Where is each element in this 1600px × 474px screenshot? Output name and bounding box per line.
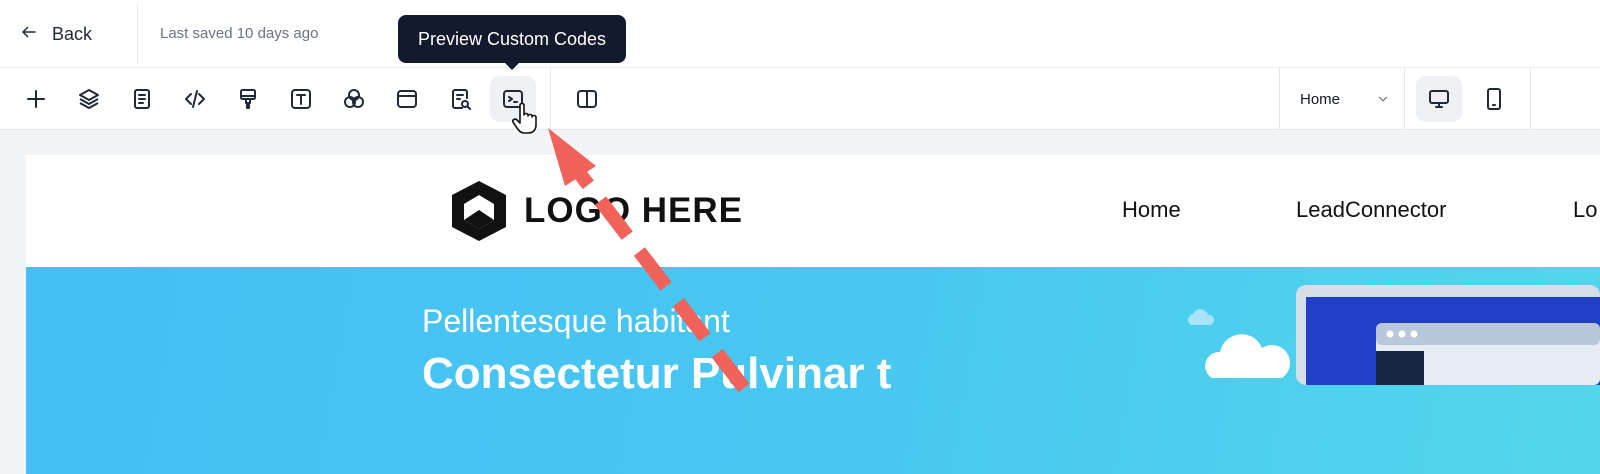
add-element-button[interactable]	[13, 76, 59, 122]
hero-subtitle: Pellentesque habitant	[422, 303, 730, 339]
site-header: LOGO HERE Home LeadConnector Lo	[26, 155, 1600, 267]
cloud-icon	[1205, 334, 1291, 378]
back-button[interactable]: Back	[20, 20, 92, 48]
typography-button[interactable]	[278, 76, 324, 122]
custom-code-button[interactable]	[172, 76, 218, 122]
pages-button[interactable]	[119, 76, 165, 122]
text-icon	[291, 89, 311, 109]
layout-icon	[397, 90, 417, 108]
desktop-icon	[1429, 90, 1449, 108]
back-label: Back	[52, 23, 93, 44]
seo-button[interactable]	[437, 76, 483, 122]
top-bar: Back Last saved 10 days ago	[0, 0, 1600, 68]
sections-button[interactable]	[384, 76, 430, 122]
site-logo[interactable]: LOGO HERE	[446, 177, 743, 245]
site-nav-item[interactable]: Lo	[1573, 197, 1597, 223]
plus-icon	[27, 90, 45, 108]
logo-text: LOGO HERE	[524, 191, 744, 230]
arrow-left-icon	[20, 23, 38, 46]
split-view-button[interactable]	[564, 76, 610, 122]
site-preview: LOGO HERE Home LeadConnector Lo Pellente…	[26, 155, 1600, 474]
page-icon	[134, 89, 150, 109]
tooltip: Preview Custom Codes	[398, 15, 626, 70]
chevron-down-icon	[1378, 96, 1388, 102]
paint-brush-icon	[240, 89, 256, 109]
editor-toolbar: Home	[0, 68, 1600, 130]
desktop-view-button[interactable]	[1416, 76, 1462, 122]
mobile-view-button[interactable]	[1471, 76, 1517, 122]
computer-illustration	[1296, 285, 1600, 385]
seo-search-icon	[452, 89, 471, 110]
divider	[1404, 68, 1405, 129]
mobile-icon	[1487, 88, 1501, 110]
divider	[1530, 68, 1531, 129]
split-view-icon	[577, 90, 597, 108]
divider	[550, 68, 551, 129]
editor-canvas[interactable]: LOGO HERE Home LeadConnector Lo Pellente…	[0, 130, 1600, 474]
page-selector-value: Home	[1300, 90, 1341, 108]
site-nav-home[interactable]: Home	[1122, 197, 1181, 223]
color-circles-icon	[344, 89, 364, 108]
hexagon-logo-icon	[452, 181, 506, 241]
hero-title: Consectetur Pulvinar t	[422, 349, 892, 398]
last-saved-text: Last saved 10 days ago	[160, 25, 319, 42]
divider	[1279, 68, 1280, 129]
terminal-icon	[503, 90, 523, 108]
site-nav-leadconnector[interactable]: LeadConnector	[1296, 197, 1446, 223]
divider	[137, 4, 138, 64]
colors-button[interactable]	[331, 76, 377, 122]
layers-button[interactable]	[66, 76, 112, 122]
layers-icon	[79, 89, 99, 109]
code-icon	[185, 90, 205, 108]
preview-custom-codes-button[interactable]	[490, 76, 536, 122]
styles-button[interactable]	[225, 76, 271, 122]
page-selector[interactable]: Home	[1300, 86, 1390, 112]
